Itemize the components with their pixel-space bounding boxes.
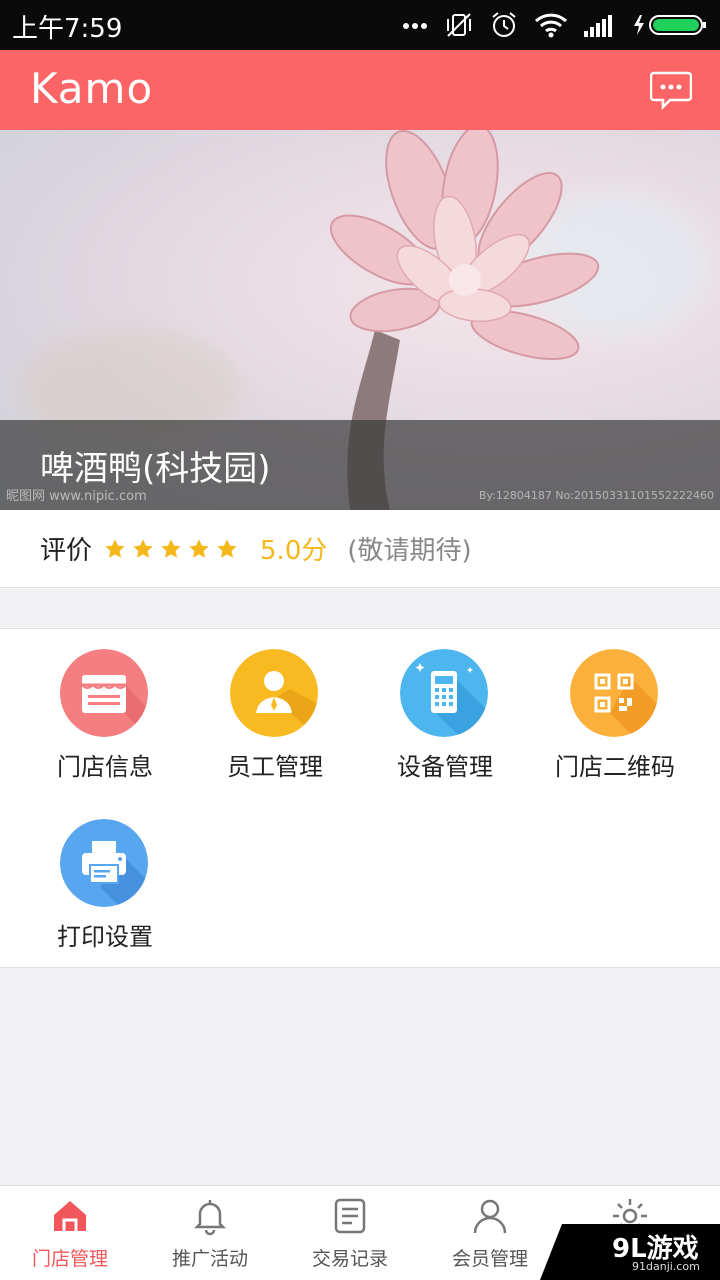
star-rating (104, 538, 238, 560)
star-icon (105, 538, 125, 558)
store-info-label: 门店信息 (57, 753, 153, 781)
qrcode-icon (570, 649, 658, 737)
employee-icon (230, 649, 318, 737)
tab-store-management[interactable]: 门店管理 (0, 1186, 140, 1280)
more-dots-icon (403, 23, 427, 29)
function-grid: 门店信息 员工管理 设备管理 门店二维码 打印设置 (0, 628, 720, 968)
signal-icon (584, 15, 612, 37)
tab-members[interactable]: 会员管理 (420, 1186, 560, 1280)
tab-promotions[interactable]: 推广活动 (140, 1186, 280, 1280)
tab-transactions[interactable]: 交易记录 (280, 1186, 420, 1280)
message-button[interactable] (649, 70, 693, 111)
tab-label: 推广活动 (171, 1248, 248, 1270)
site-watermark-badge: 9L游戏 91danji.com (540, 1224, 720, 1280)
print-settings-label: 打印设置 (57, 923, 153, 951)
tab-label: 会员管理 (451, 1248, 528, 1270)
store-name: 啤酒鸭(科技园) (40, 449, 271, 489)
photo-watermark-id: By:12804187 No:20150331101552222460 (478, 489, 714, 502)
device-management-tile[interactable]: 设备管理 (355, 629, 535, 799)
rating-row: 评价 5.0分 (敬请期待) (0, 510, 720, 588)
photo-watermark: 昵图网 www.nipic.com (6, 489, 147, 504)
member-icon (473, 1199, 507, 1234)
store-banner[interactable]: 啤酒鸭(科技园) 昵图网 www.nipic.com By:12804187 N… (0, 130, 720, 510)
message-bubble-icon (649, 71, 693, 111)
rating-score: 5.0分 (260, 536, 328, 566)
rating-label: 评价 (40, 536, 93, 566)
calculator-icon (400, 649, 488, 737)
star-icon (217, 538, 237, 558)
vibrate-off-icon (447, 13, 471, 37)
employee-management-label: 员工管理 (227, 753, 323, 781)
tab-label: 交易记录 (311, 1248, 388, 1270)
store-info-tile[interactable]: 门店信息 (15, 629, 195, 799)
employee-management-tile[interactable]: 员工管理 (185, 629, 365, 799)
print-settings-tile[interactable]: 打印设置 (15, 799, 195, 969)
star-icon (133, 538, 153, 558)
tab-label: 门店管理 (31, 1248, 108, 1270)
battery-icon (634, 15, 706, 35)
store-qrcode-label: 门店二维码 (555, 753, 675, 781)
record-icon (334, 1198, 366, 1234)
status-time: 上午7:59 (12, 14, 123, 44)
store-qrcode-tile[interactable]: 门店二维码 (525, 629, 705, 799)
app-logo: Kamo (30, 64, 154, 113)
device-management-label: 设备管理 (397, 753, 493, 781)
star-icon (161, 538, 181, 558)
wifi-icon (534, 13, 568, 38)
watermark-subtitle: 91danji.com (632, 1260, 700, 1273)
bell-icon (193, 1200, 227, 1236)
status-bar: 上午7:59 (0, 0, 720, 50)
storefront-icon (60, 649, 148, 737)
alarm-icon (492, 12, 516, 37)
printer-icon (60, 819, 148, 907)
rating-note: (敬请期待) (347, 536, 472, 566)
status-icons (402, 8, 708, 42)
star-icon (189, 538, 209, 558)
home-icon (54, 1201, 86, 1231)
app-header: Kamo (0, 50, 720, 130)
